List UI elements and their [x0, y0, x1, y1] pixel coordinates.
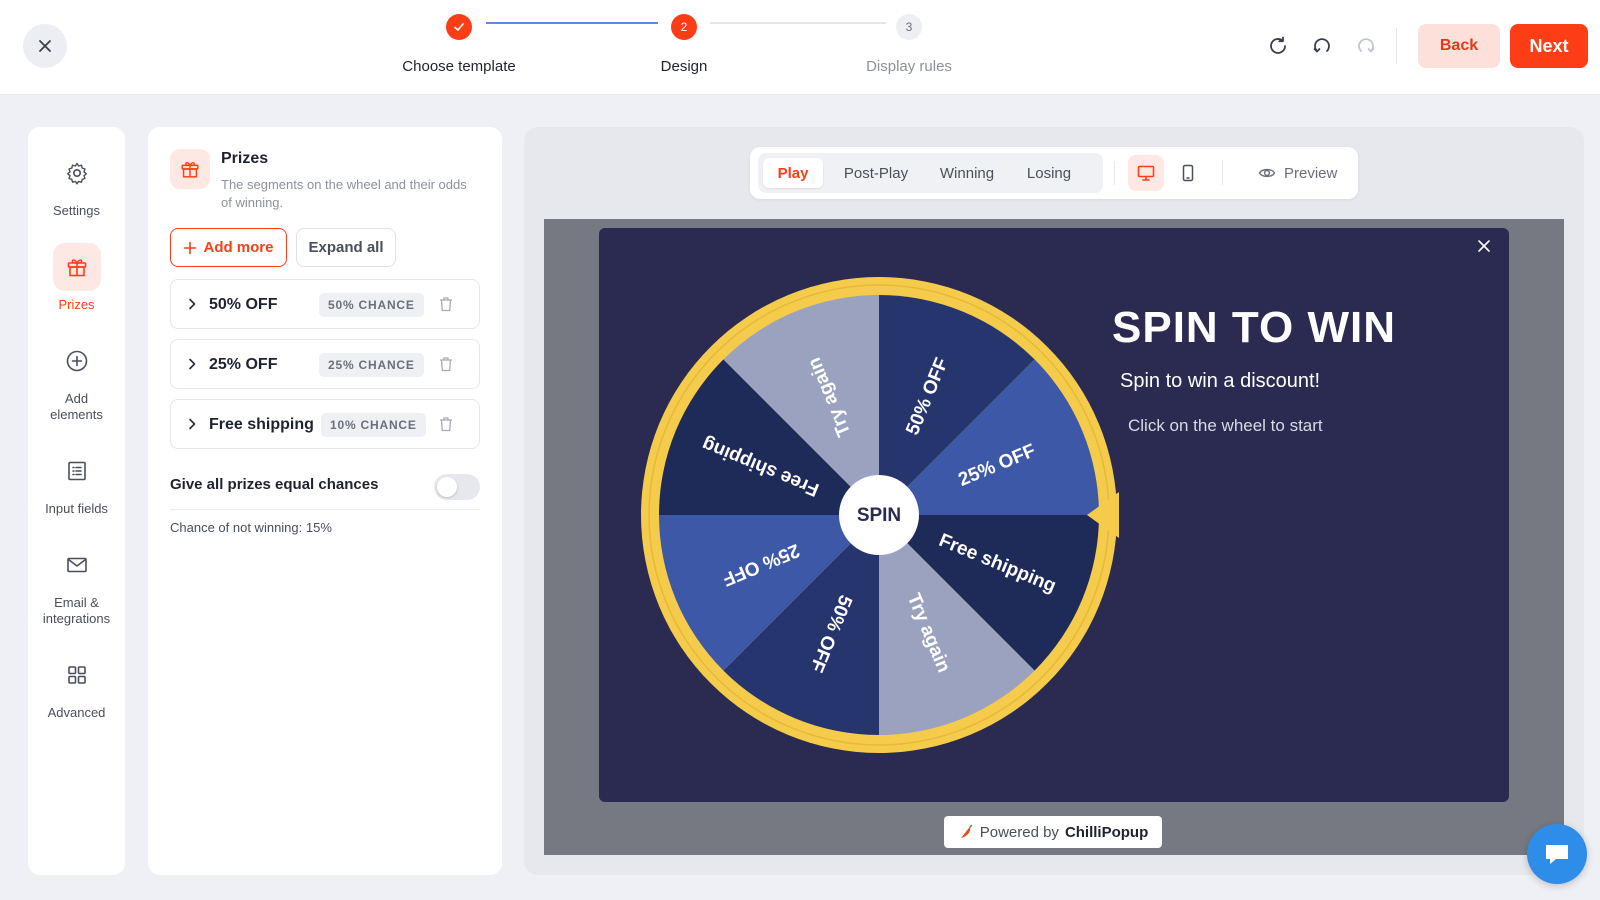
toolbar-divider — [1396, 28, 1397, 64]
sidebar-item-label: Prizes — [58, 297, 95, 312]
step-check-icon — [446, 14, 472, 40]
tab-post-play[interactable]: Post-Play — [831, 158, 921, 188]
toggle-knob — [437, 477, 457, 497]
plus-circle-icon — [53, 337, 101, 385]
sidebar-item-label: Input fields — [45, 501, 108, 516]
redo-icon — [1358, 38, 1375, 53]
top-bar: Choose template 2 Design 3 Display rules… — [0, 0, 1600, 95]
expand-all-button[interactable]: Expand all — [296, 228, 396, 267]
close-icon — [39, 40, 51, 52]
toolbar-divider — [1114, 161, 1115, 185]
divider — [170, 509, 480, 510]
prizes-panel: Prizes The segments on the wheel and the… — [148, 127, 502, 875]
mobile-view-button[interactable] — [1170, 155, 1206, 191]
prize-row[interactable]: 25% OFF 25% CHANCE — [170, 339, 480, 389]
popup-close-button[interactable] — [1474, 236, 1494, 256]
prize-chance-badge: 10% CHANCE — [321, 413, 426, 437]
envelope-icon — [53, 541, 101, 589]
redo-button[interactable] — [1353, 33, 1379, 59]
tab-winning[interactable]: Winning — [928, 158, 1006, 188]
step-number: 2 — [671, 14, 697, 40]
step-design[interactable]: 2 Design — [604, 14, 764, 75]
grid-icon — [53, 651, 101, 699]
sidebar-item-input-fields[interactable]: Input fields — [28, 447, 125, 517]
add-more-button[interactable]: Add more — [170, 228, 287, 267]
sidebar-item-settings[interactable]: Settings — [28, 149, 125, 219]
preview-label: Preview — [1284, 164, 1338, 182]
undo-button[interactable] — [1309, 33, 1335, 59]
preview-toolbar: Play Post-Play Winning Losing Preview — [750, 147, 1358, 199]
powered-by-prefix: Powered by — [979, 823, 1059, 841]
sidebar-item-add-elements[interactable]: Add elements — [28, 337, 125, 423]
step-label: Display rules — [866, 58, 952, 75]
plus-icon — [184, 241, 197, 254]
prize-chance-badge: 50% CHANCE — [319, 293, 424, 317]
gear-icon — [53, 149, 101, 197]
equal-chances-label: Give all prizes equal chances — [170, 476, 379, 493]
preview-button[interactable]: Preview — [1258, 161, 1337, 185]
chat-icon — [1546, 845, 1568, 864]
chilli-icon — [960, 824, 972, 838]
prize-name: Free shipping — [209, 416, 314, 433]
chevron-right-icon[interactable] — [185, 357, 199, 371]
trash-icon[interactable] — [437, 355, 455, 373]
trash-icon[interactable] — [437, 415, 455, 433]
tab-losing[interactable]: Losing — [1014, 158, 1084, 188]
add-more-label: Add more — [203, 239, 274, 256]
chat-support-button[interactable] — [1527, 824, 1587, 884]
prize-chance-badge: 25% CHANCE — [319, 353, 424, 377]
step-display-rules[interactable]: 3 Display rules — [829, 14, 989, 75]
gift-icon — [170, 149, 210, 189]
close-button[interactable] — [23, 24, 67, 68]
prize-name: 25% OFF — [209, 356, 278, 373]
prize-row[interactable]: 50% OFF 50% CHANCE — [170, 279, 480, 329]
desktop-icon — [1137, 165, 1155, 181]
powered-by-brand: ChilliPopup — [1064, 823, 1149, 841]
step-label: Design — [660, 58, 708, 75]
back-button[interactable]: Back — [1418, 24, 1500, 68]
mode-tabs: Play Post-Play Winning Losing — [758, 153, 1103, 193]
sidebar-item-label: Settings — [53, 203, 100, 218]
chevron-right-icon[interactable] — [185, 417, 199, 431]
sidebar-item-label: Add elements — [50, 391, 103, 422]
popup-subtitle: Spin to win a discount! — [1120, 370, 1321, 392]
left-sidebar: Settings Prizes Add elements Input field… — [28, 127, 125, 875]
popup-hint: Click on the wheel to start — [1128, 416, 1323, 435]
sidebar-item-prizes[interactable]: Prizes — [28, 243, 125, 313]
form-list-icon — [53, 447, 101, 495]
toolbar-divider — [1222, 161, 1223, 185]
equal-chances-toggle[interactable] — [434, 474, 480, 500]
sidebar-item-email-integrations[interactable]: Email & integrations — [28, 541, 125, 627]
prize-row[interactable]: Free shipping 10% CHANCE — [170, 399, 480, 449]
panel-description: The segments on the wheel and their odds… — [221, 177, 467, 210]
close-icon — [1478, 240, 1490, 252]
gift-icon — [52, 243, 101, 291]
refresh-icon — [1270, 36, 1286, 54]
powered-by-badge[interactable]: Powered by ChilliPopup — [944, 816, 1162, 848]
sidebar-item-label: Email & integrations — [42, 595, 111, 626]
mobile-icon — [1182, 164, 1194, 182]
undo-icon — [1313, 38, 1330, 53]
wheel-graphic: 50% OFF25% OFFFree shippingTry again50% … — [641, 277, 1119, 753]
chevron-right-icon[interactable] — [185, 297, 199, 311]
eye-icon — [1258, 168, 1276, 178]
sidebar-item-label: Advanced — [47, 705, 106, 720]
reset-button[interactable] — [1265, 33, 1291, 59]
step-label: Choose template — [402, 58, 516, 75]
step-number: 3 — [896, 14, 922, 40]
prize-name: 50% OFF — [209, 296, 278, 313]
spin-label: SPIN — [857, 505, 901, 526]
sidebar-item-advanced[interactable]: Advanced — [28, 651, 125, 721]
tab-play[interactable]: Play — [763, 158, 823, 188]
next-button[interactable]: Next — [1510, 24, 1588, 68]
panel-title: Prizes — [221, 150, 269, 167]
spin-wheel[interactable]: 50% OFF 25% OFF Free shipping Try again 50% … — [634, 270, 1124, 760]
popup-title: SPIN TO WIN — [1112, 303, 1396, 352]
not-winning-note: Chance of not winning: 15% — [170, 520, 332, 535]
trash-icon[interactable] — [437, 295, 455, 313]
desktop-view-button[interactable] — [1128, 155, 1164, 191]
step-choose-template[interactable]: Choose template — [379, 14, 539, 75]
